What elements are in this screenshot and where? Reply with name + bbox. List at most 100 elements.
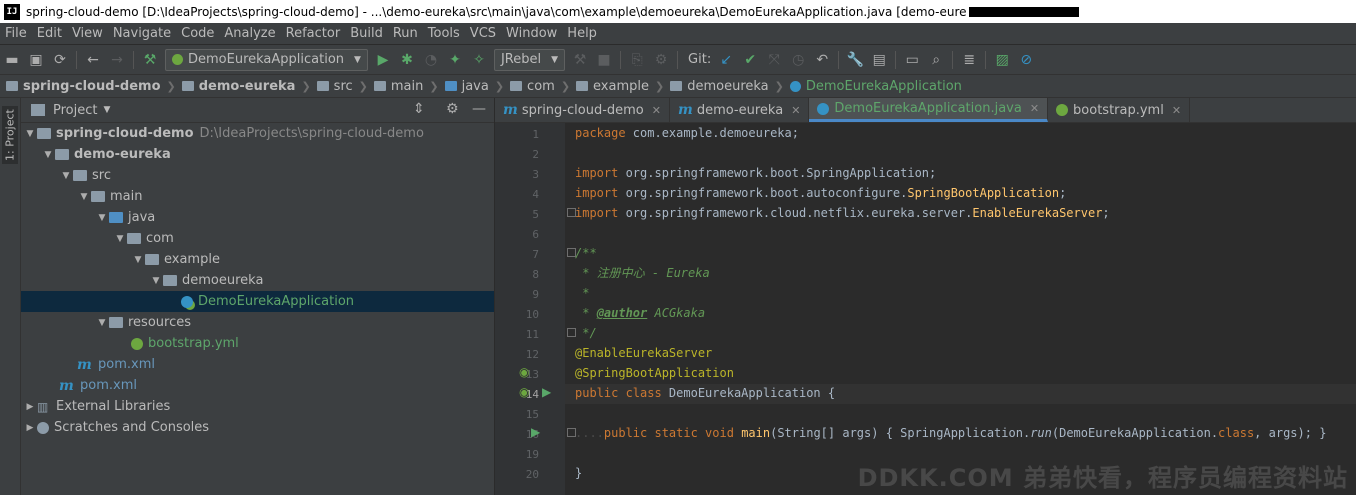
- forward-arrow-icon[interactable]: →: [105, 49, 129, 71]
- jrebel-debug-icon[interactable]: ✧: [467, 49, 491, 71]
- breadcrumb-item[interactable]: main ❯: [368, 79, 439, 94]
- settings-wrench-icon[interactable]: 🔧: [843, 49, 867, 71]
- menu-file[interactable]: File: [0, 26, 32, 41]
- menu-code[interactable]: Code: [176, 26, 219, 41]
- menu-refactor[interactable]: Refactor: [281, 26, 346, 41]
- menu-help[interactable]: Help: [562, 26, 602, 41]
- no-entry-icon[interactable]: ⊘: [1014, 49, 1038, 71]
- git-history-icon[interactable]: ◷: [786, 49, 810, 71]
- breadcrumb-item[interactable]: com ❯: [504, 79, 570, 94]
- hide-panel-icon[interactable]: —: [472, 101, 486, 117]
- tab-demo-eureka-application[interactable]: DemoEurekaApplication.java ✕: [809, 98, 1049, 122]
- spring-bean-gutter-icon[interactable]: ◉: [519, 365, 529, 379]
- tree-row[interactable]: m pom.xml: [21, 375, 494, 396]
- tree-row[interactable]: bootstrap.yml: [21, 333, 494, 354]
- tree-row[interactable]: ▼ demoeureka: [21, 270, 494, 291]
- menu-build[interactable]: Build: [345, 26, 388, 41]
- tree-row[interactable]: ▼ spring-cloud-demo D:\IdeaProjects\spri…: [21, 123, 494, 144]
- menu-edit[interactable]: Edit: [32, 26, 67, 41]
- breadcrumb-item[interactable]: example ❯: [570, 79, 664, 94]
- code-editor[interactable]: package com.example.demoeureka; import o…: [575, 123, 1356, 495]
- gear-icon[interactable]: ⚙: [446, 101, 459, 117]
- expanded-arrow-icon[interactable]: ▼: [95, 213, 109, 223]
- tree-row[interactable]: ▼ resources: [21, 312, 494, 333]
- git-rollback-icon[interactable]: ↶: [810, 49, 834, 71]
- git-commit-icon[interactable]: ✔: [738, 49, 762, 71]
- open-folder-icon[interactable]: ▬: [0, 49, 24, 71]
- expanded-arrow-icon[interactable]: ▼: [59, 171, 73, 181]
- jrebel-run-icon[interactable]: ✦: [443, 49, 467, 71]
- breadcrumb-item[interactable]: DemoEurekaApplication: [784, 79, 962, 94]
- tree-row-selected[interactable]: DemoEurekaApplication: [21, 291, 494, 312]
- libraries-icon: ▥: [37, 399, 49, 414]
- tree-row[interactable]: ▼ com: [21, 228, 494, 249]
- tasks-icon[interactable]: ≣: [957, 49, 981, 71]
- breadcrumb-item[interactable]: src ❯: [311, 79, 368, 94]
- expanded-arrow-icon[interactable]: ▼: [77, 192, 91, 202]
- close-icon[interactable]: ✕: [1172, 104, 1181, 117]
- tree-row[interactable]: m pom.xml: [21, 354, 494, 375]
- breadcrumb-item[interactable]: spring-cloud-demo ❯: [0, 79, 176, 94]
- update-icon[interactable]: ⚙: [649, 49, 673, 71]
- expanded-arrow-icon[interactable]: ▼: [131, 255, 145, 265]
- stop-icon[interactable]: ■: [592, 49, 616, 71]
- tab-spring-cloud-demo[interactable]: m spring-cloud-demo ✕: [495, 98, 670, 122]
- close-icon[interactable]: ✕: [652, 104, 661, 117]
- tree-row[interactable]: ▶ ▥ External Libraries: [21, 396, 494, 417]
- menu-navigate[interactable]: Navigate: [108, 26, 176, 41]
- expanded-arrow-icon[interactable]: ▼: [41, 150, 55, 160]
- run-gutter-icon[interactable]: ▶: [531, 425, 540, 439]
- window-title-bar: IJ spring-cloud-demo [D:\IdeaProjects\sp…: [0, 0, 1356, 23]
- hammer-dim-icon[interactable]: ⚒: [568, 49, 592, 71]
- attach-icon[interactable]: ⎘: [625, 49, 649, 71]
- tree-row[interactable]: ▼ example: [21, 249, 494, 270]
- tree-row[interactable]: ▼ src: [21, 165, 494, 186]
- breadcrumb-item[interactable]: demoeureka ❯: [664, 79, 784, 94]
- menu-window[interactable]: Window: [501, 26, 562, 41]
- menu-tools[interactable]: Tools: [423, 26, 465, 41]
- monitor-icon[interactable]: ▨: [990, 49, 1014, 71]
- menu-view[interactable]: View: [67, 26, 108, 41]
- code-line: *: [575, 286, 590, 300]
- close-icon[interactable]: ✕: [1030, 102, 1039, 115]
- spring-bean-gutter-icon[interactable]: ◉: [519, 385, 529, 399]
- breadcrumb-item[interactable]: demo-eureka ❯: [176, 79, 311, 94]
- project-panel-title[interactable]: Project: [53, 103, 97, 118]
- breadcrumb-item[interactable]: java ❯: [439, 79, 504, 94]
- menu-run[interactable]: Run: [388, 26, 423, 41]
- menu-vcs[interactable]: VCS: [465, 26, 501, 41]
- sync-icon[interactable]: ⟳: [48, 49, 72, 71]
- tab-bootstrap-yml[interactable]: bootstrap.yml ✕: [1048, 98, 1191, 122]
- tree-row[interactable]: ▼ main: [21, 186, 494, 207]
- chevron-down-icon[interactable]: ▼: [103, 105, 110, 115]
- terminal-icon[interactable]: ▭: [900, 49, 924, 71]
- project-tool-button[interactable]: 1: Project: [2, 106, 18, 164]
- menu-analyze[interactable]: Analyze: [219, 26, 280, 41]
- collapsed-arrow-icon[interactable]: ▶: [23, 402, 37, 412]
- build-hammer-icon[interactable]: ⚒: [138, 49, 162, 71]
- spring-boot-icon: [172, 54, 183, 65]
- project-structure-icon[interactable]: ▤: [867, 49, 891, 71]
- expanded-arrow-icon[interactable]: ▼: [23, 129, 37, 139]
- collapse-all-icon[interactable]: ⇕: [413, 101, 425, 117]
- run-icon[interactable]: ▶: [371, 49, 395, 71]
- tree-row[interactable]: ▼ java: [21, 207, 494, 228]
- debug-icon[interactable]: ✱: [395, 49, 419, 71]
- close-icon[interactable]: ✕: [791, 104, 800, 117]
- coverage-icon[interactable]: ◔: [419, 49, 443, 71]
- save-all-icon[interactable]: ▣: [24, 49, 48, 71]
- git-update-icon[interactable]: ↙: [714, 49, 738, 71]
- search-icon[interactable]: ⌕: [924, 49, 948, 71]
- tree-row[interactable]: ▼ demo-eureka: [21, 144, 494, 165]
- tree-row[interactable]: ▶ Scratches and Consoles: [21, 417, 494, 438]
- jrebel-select[interactable]: JRebel ▼: [493, 48, 566, 71]
- run-configuration-select[interactable]: DemoEurekaApplication ▼: [165, 48, 368, 71]
- expanded-arrow-icon[interactable]: ▼: [113, 234, 127, 244]
- git-compare-icon[interactable]: ⤧: [762, 49, 786, 71]
- back-arrow-icon[interactable]: ←: [81, 49, 105, 71]
- expanded-arrow-icon[interactable]: ▼: [95, 318, 109, 328]
- run-gutter-icon[interactable]: ▶: [542, 385, 551, 399]
- tab-demo-eureka[interactable]: m demo-eureka ✕: [670, 98, 810, 122]
- expanded-arrow-icon[interactable]: ▼: [149, 276, 163, 286]
- collapsed-arrow-icon[interactable]: ▶: [23, 423, 37, 433]
